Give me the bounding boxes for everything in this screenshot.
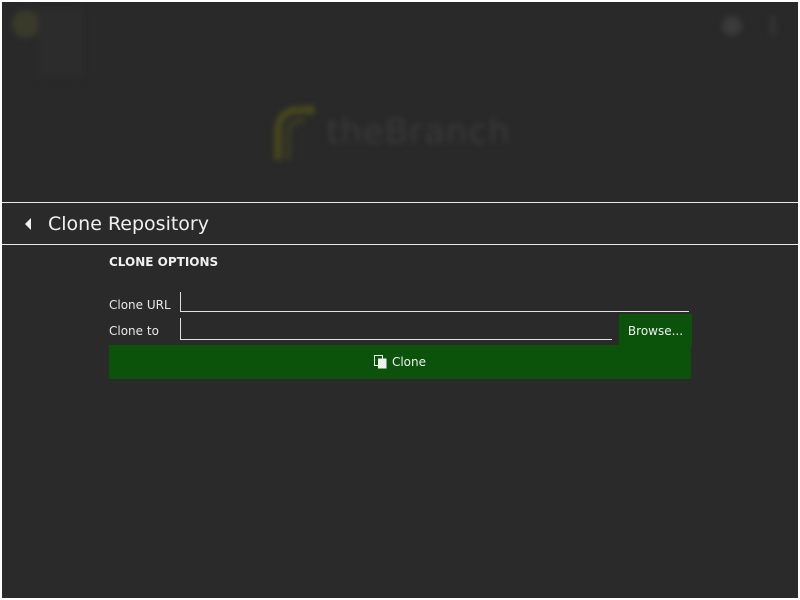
account-avatar-icon bbox=[12, 10, 40, 38]
page-title: Clone Repository bbox=[48, 212, 209, 235]
back-arrow-icon bbox=[25, 217, 31, 230]
section-title: CLONE OPTIONS bbox=[109, 255, 219, 269]
clone-button[interactable]: Clone bbox=[109, 345, 691, 379]
clone-url-label: Clone URL bbox=[109, 298, 171, 312]
browse-button[interactable]: Browse... bbox=[619, 314, 692, 347]
branch-logo-icon bbox=[274, 105, 315, 160]
more-icon bbox=[770, 16, 776, 36]
back-button[interactable] bbox=[12, 204, 44, 244]
app-window: theBranch Clone Repository CLONE OPTIONS… bbox=[2, 2, 798, 598]
sidebar-ghost bbox=[38, 8, 84, 78]
clone-button-label: Clone bbox=[391, 355, 427, 369]
title-bar: Clone Repository bbox=[2, 202, 798, 245]
clone-to-label: Clone to bbox=[109, 324, 159, 338]
clone-options-form: CLONE OPTIONS Clone URL Clone to Browse.… bbox=[109, 254, 692, 379]
blurred-header: theBranch bbox=[2, 2, 798, 202]
settings-icon bbox=[722, 16, 742, 36]
clone-to-input[interactable] bbox=[180, 318, 612, 340]
clone-url-input[interactable] bbox=[180, 292, 689, 312]
brand-name: theBranch bbox=[326, 112, 511, 152]
brand-logo: theBranch bbox=[270, 102, 511, 162]
blurred-header-content: theBranch bbox=[2, 2, 798, 202]
copy-icon bbox=[373, 355, 387, 369]
clone-url-row: Clone URL bbox=[109, 270, 691, 314]
